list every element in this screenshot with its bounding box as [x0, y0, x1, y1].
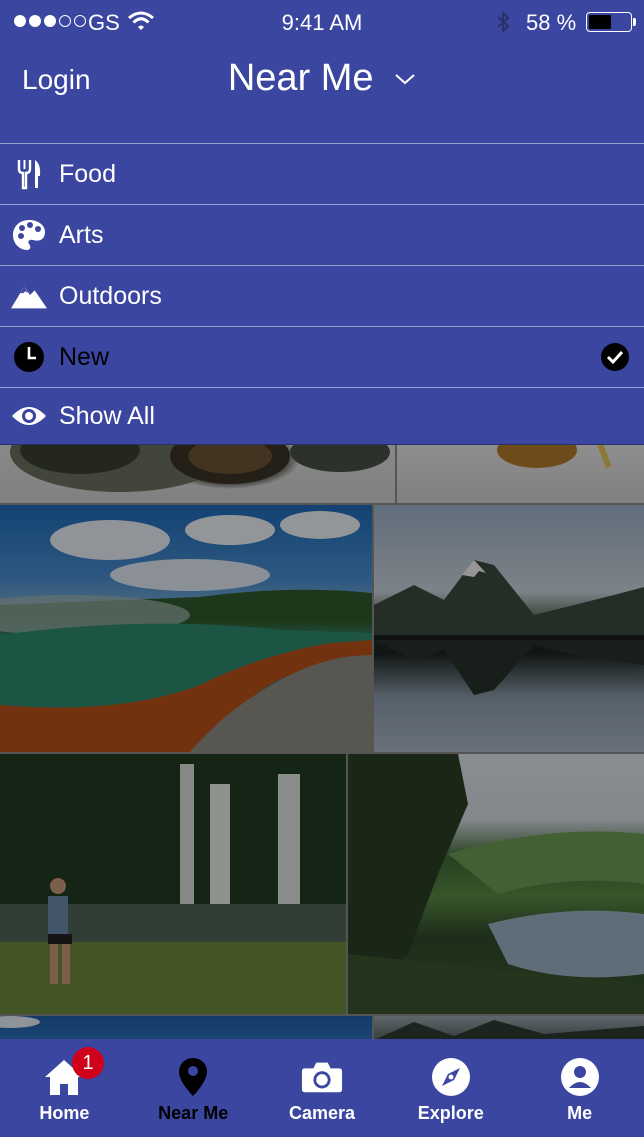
palette-icon — [11, 217, 47, 253]
battery-percentage: 58 % — [526, 10, 577, 35]
page-title: Near Me — [227, 57, 374, 100]
fork-knife-icon — [11, 156, 47, 192]
menu-item-label: Outdoors — [59, 281, 162, 310]
category-menu: Food Arts Outdoors New Show All — [0, 143, 644, 445]
tab-me[interactable]: Me — [515, 1039, 644, 1137]
photo-tile[interactable] — [0, 1016, 372, 1040]
bluetooth-icon — [497, 10, 510, 34]
menu-item-label: Food — [59, 159, 116, 188]
tab-bar: Home 1 Near Me Camera Explore Me — [0, 1039, 644, 1137]
tab-label: Home — [39, 1103, 90, 1123]
app-header: GS 9:41 AM 58 % Login Near Me — [0, 0, 644, 144]
tab-label: Camera — [288, 1103, 356, 1123]
menu-item-label: Show All — [59, 401, 155, 430]
battery-icon — [586, 12, 632, 32]
status-bar: GS 9:41 AM 58 % — [0, 0, 644, 44]
map-pin-icon — [172, 1057, 214, 1097]
menu-item-arts[interactable]: Arts — [0, 204, 644, 265]
menu-item-show-all[interactable]: Show All — [0, 387, 644, 445]
tab-label: Me — [567, 1103, 593, 1123]
tab-home[interactable]: Home 1 — [0, 1039, 129, 1137]
menu-item-new[interactable]: New — [0, 326, 644, 387]
mountain-icon — [11, 278, 47, 314]
photo-tile[interactable] — [0, 754, 346, 1014]
notification-badge: 1 — [72, 1047, 104, 1079]
photo-tile[interactable] — [0, 505, 372, 752]
tab-near-me[interactable]: Near Me — [129, 1039, 258, 1137]
menu-item-label: New — [59, 342, 110, 371]
tab-label: Near Me — [158, 1103, 229, 1123]
clock-icon — [11, 339, 47, 375]
photo-grid — [0, 444, 644, 1040]
photo-tile[interactable] — [397, 444, 644, 503]
location-dropdown[interactable]: Near Me — [0, 56, 644, 100]
eye-icon — [11, 398, 47, 434]
menu-item-food[interactable]: Food — [0, 143, 644, 204]
user-icon — [559, 1057, 601, 1097]
tab-camera[interactable]: Camera — [258, 1039, 387, 1137]
chevron-down-icon — [395, 74, 415, 85]
camera-icon — [301, 1057, 343, 1097]
photo-tile[interactable] — [0, 444, 395, 503]
menu-item-label: Arts — [59, 220, 104, 249]
compass-icon — [430, 1057, 472, 1097]
checkmark-icon — [601, 343, 629, 371]
photo-tile[interactable] — [374, 1016, 644, 1040]
photo-tile[interactable] — [374, 505, 644, 752]
tab-explore[interactable]: Explore — [386, 1039, 515, 1137]
tab-label: Explore — [417, 1103, 484, 1123]
photo-tile[interactable] — [348, 754, 644, 1014]
menu-item-outdoors[interactable]: Outdoors — [0, 265, 644, 326]
